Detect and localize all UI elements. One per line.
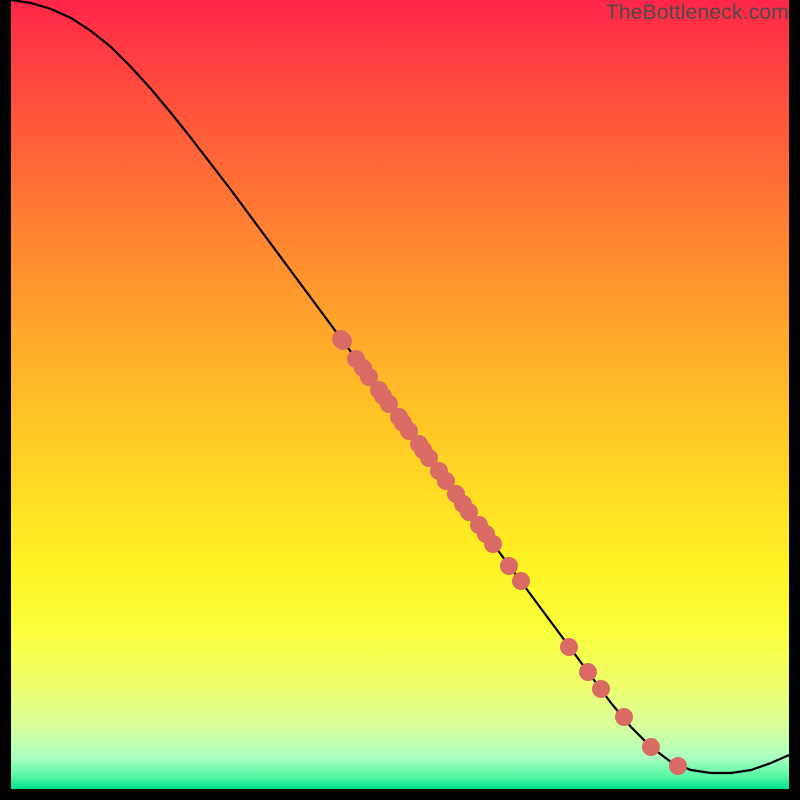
data-dot [560, 638, 578, 656]
data-dot [334, 332, 352, 350]
data-dot [500, 557, 518, 575]
data-dot [484, 535, 502, 553]
watermark-text: TheBottleneck.com [606, 1, 789, 25]
data-dot [615, 708, 633, 726]
data-dot [579, 663, 597, 681]
gradient-background [11, 0, 789, 789]
data-dot [512, 572, 530, 590]
data-dot [642, 738, 660, 756]
data-dot [592, 680, 610, 698]
data-dot [669, 757, 687, 775]
chart-svg [11, 0, 789, 789]
chart-frame: TheBottleneck.com [11, 0, 789, 789]
